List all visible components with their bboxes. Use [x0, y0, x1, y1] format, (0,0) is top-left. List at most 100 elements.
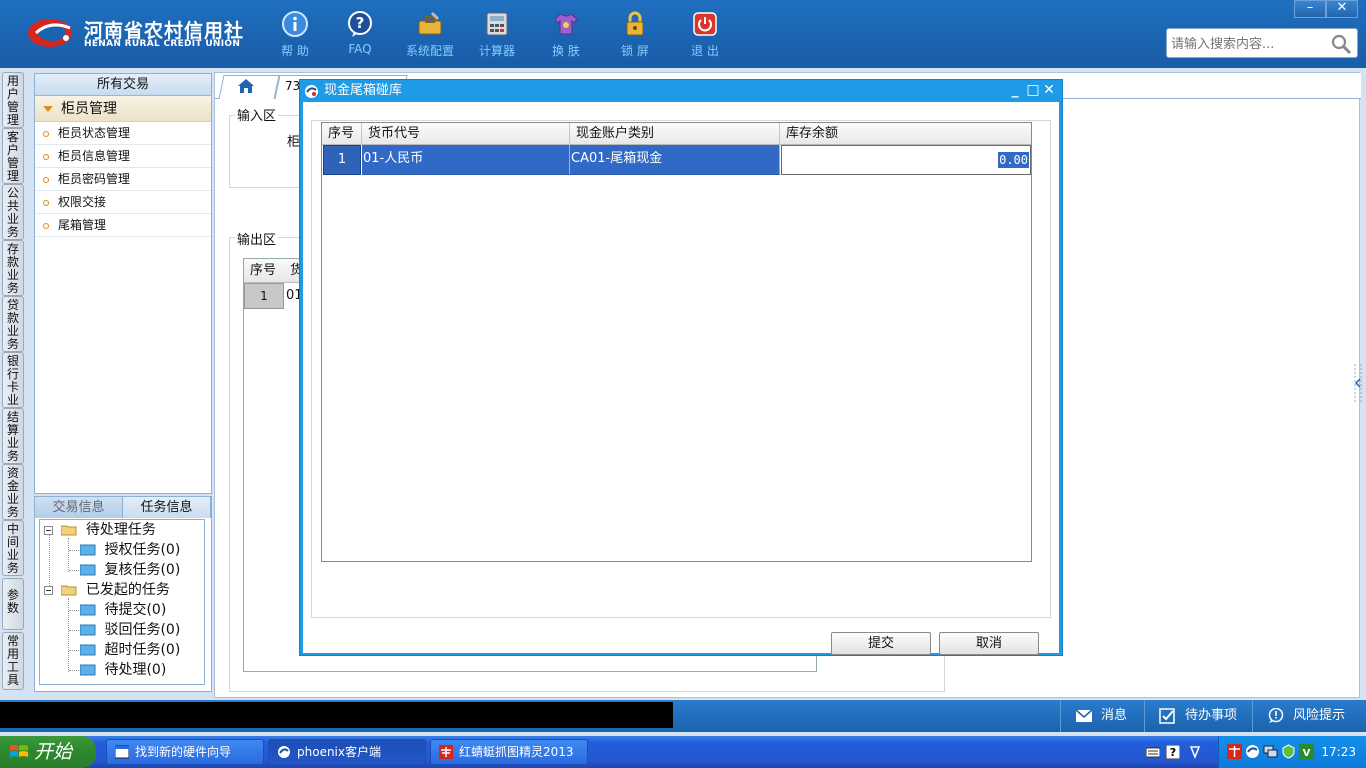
- exit-label: 退 出: [691, 44, 719, 58]
- tree-node-label: 超时任务(0): [104, 642, 181, 658]
- bullet-icon: [43, 222, 49, 229]
- calculator-button[interactable]: 计算器: [470, 8, 524, 60]
- tree-node-pending-tasks[interactable]: 待处理任务: [44, 520, 156, 540]
- vtab-deposit-business[interactable]: 存款业务: [2, 240, 24, 296]
- windows-logo-icon: [10, 745, 28, 757]
- menu-item-teller-status[interactable]: 柜员状态管理: [35, 122, 211, 145]
- grid-header-seq[interactable]: 序号: [322, 123, 362, 145]
- tab-task-info[interactable]: 任务信息: [123, 497, 211, 518]
- tree-node-to-process[interactable]: 待处理(0): [80, 660, 166, 680]
- collapse-icon[interactable]: [44, 585, 53, 595]
- taskbar-window-phoenix-client[interactable]: phoenix客户端: [268, 739, 426, 765]
- menu-item-teller-info[interactable]: 柜员信息管理: [35, 145, 211, 168]
- vtab-common-tools[interactable]: 常用工具: [2, 632, 24, 690]
- antivirus-icon[interactable]: V: [1299, 744, 1314, 759]
- window-minimize-button[interactable]: –: [1294, 0, 1326, 18]
- faq-button[interactable]: ? FAQ: [333, 8, 387, 60]
- messages-button[interactable]: 消息: [1060, 700, 1140, 732]
- menu-group-teller-management[interactable]: 柜员管理: [35, 96, 211, 122]
- search-icon[interactable]: [1329, 32, 1353, 56]
- lock-screen-button[interactable]: 锁 屏: [608, 8, 662, 60]
- tree-node-label: 待处理任务: [85, 522, 156, 538]
- taskbar-window-screenshot-tool[interactable]: 红蜻蜓抓图精灵2013: [430, 739, 588, 765]
- risk-alert-button[interactable]: 风险提示: [1252, 700, 1366, 732]
- taskbar-window-label: 红蜻蜓抓图精灵2013: [459, 745, 574, 759]
- dialog-minimize-button[interactable]: _: [1008, 83, 1022, 97]
- dialog-title: 现金尾箱碰库: [324, 83, 403, 98]
- task-panel: 交易信息 任务信息 待处理任务 授权任务(0) 复核任务(0) 已发起的任务 待…: [34, 496, 212, 692]
- tree-node-auth-tasks[interactable]: 授权任务(0): [80, 540, 180, 560]
- home-icon[interactable]: [237, 78, 255, 94]
- folder-icon: [80, 604, 96, 616]
- windows-taskbar: 开始 找到新的硬件向导 phoenix客户端 红蜻蜓抓图精灵2013 ? V 1…: [0, 736, 1366, 768]
- envelope-icon: [1075, 708, 1093, 722]
- network-icon[interactable]: [1263, 744, 1278, 759]
- submit-button[interactable]: 提交: [831, 632, 931, 655]
- vtab-bank-card-business[interactable]: 银行卡业务: [2, 352, 24, 408]
- folder-icon: [80, 564, 96, 576]
- logo-title-en: HENAN RURAL CREDIT UNION: [84, 39, 241, 49]
- tree-node-rejected-tasks[interactable]: 驳回任务(0): [80, 620, 180, 640]
- tree-connector: [69, 570, 79, 571]
- tree-node-initiated-tasks[interactable]: 已发起的任务: [44, 580, 170, 600]
- grid-header-account-type[interactable]: 现金账户类别: [570, 123, 780, 145]
- tree-node-to-submit[interactable]: 待提交(0): [80, 600, 166, 620]
- tree-node-label: 待处理(0): [104, 662, 167, 678]
- app-tray-icon[interactable]: [1245, 744, 1260, 759]
- tray-icons: V: [1227, 744, 1314, 760]
- tree-connector: [69, 650, 79, 651]
- caret-down-icon: [43, 106, 53, 112]
- system-tray: V 17:23: [1218, 736, 1366, 768]
- dialog-maximize-button[interactable]: □: [1026, 83, 1040, 97]
- vtab-public-business[interactable]: 公共业务: [2, 184, 24, 240]
- vtab-fund-business[interactable]: 资金业务: [2, 464, 24, 520]
- search-box: [1166, 28, 1358, 58]
- menu-item-cash-box-management[interactable]: 尾箱管理: [35, 214, 211, 237]
- window-close-button[interactable]: ✕: [1326, 0, 1358, 18]
- system-config-button[interactable]: 系统配置: [403, 8, 457, 60]
- app-header: 河南省农村信用社 HENAN RURAL CREDIT UNION 帮 助 ? …: [0, 0, 1366, 68]
- vtab-customer-management[interactable]: 客户管理: [2, 128, 24, 184]
- grid-cell-currency[interactable]: 01-人民币: [362, 145, 570, 175]
- help-label: 帮 助: [281, 44, 309, 58]
- exit-button[interactable]: 退 出: [678, 8, 732, 60]
- table-row[interactable]: 1 01-人民币 CA01-尾箱现金 0.00: [322, 145, 1031, 175]
- collapse-right-panel-icon[interactable]: [1354, 360, 1362, 406]
- grid-cell-account-type[interactable]: CA01-尾箱现金: [570, 145, 780, 175]
- keyboard-icon[interactable]: [1146, 745, 1160, 759]
- menu-item-teller-password[interactable]: 柜员密码管理: [35, 168, 211, 191]
- grid-header-currency[interactable]: 货币代号: [362, 123, 570, 145]
- dialog-close-button[interactable]: ✕: [1042, 83, 1056, 97]
- vtab-loan-business[interactable]: 贷款业务: [2, 296, 24, 352]
- tree-node-timeout-tasks[interactable]: 超时任务(0): [80, 640, 180, 660]
- help-icon[interactable]: ?: [1166, 745, 1180, 759]
- cancel-button[interactable]: 取消: [939, 632, 1039, 655]
- grid-cell-seq[interactable]: 1: [323, 145, 361, 175]
- cash-box-grid: 序号 货币代号 现金账户类别 库存余额 1 01-人民币 CA01-尾箱现金 0…: [321, 122, 1032, 562]
- output-grid-row-num[interactable]: 1: [244, 283, 284, 309]
- change-skin-button[interactable]: 换 肤: [539, 8, 593, 60]
- menu-item-permission-handover[interactable]: 权限交接: [35, 191, 211, 214]
- dragonfly-tray-icon[interactable]: [1227, 744, 1242, 759]
- balance-input[interactable]: 0.00: [998, 152, 1029, 168]
- grid-header-balance[interactable]: 库存余额: [780, 123, 1030, 145]
- todo-button[interactable]: 待办事项: [1144, 700, 1248, 732]
- vtab-parameters[interactable]: 参数: [2, 578, 24, 630]
- tree-connector: [69, 630, 79, 631]
- svg-text:V: V: [1303, 748, 1311, 759]
- grid-cell-balance[interactable]: 0.00: [781, 145, 1031, 175]
- help-button[interactable]: 帮 助: [268, 8, 322, 60]
- collapse-icon[interactable]: [44, 525, 53, 535]
- tree-node-review-tasks[interactable]: 复核任务(0): [80, 560, 180, 580]
- folder-open-icon: [61, 525, 77, 536]
- folder-icon: [80, 624, 96, 636]
- taskbar-window-hardware-wizard[interactable]: 找到新的硬件向导: [106, 739, 264, 765]
- tab-transaction-info[interactable]: 交易信息: [35, 497, 123, 518]
- security-icon[interactable]: [1281, 744, 1296, 759]
- pen-input-icon[interactable]: [1188, 745, 1202, 759]
- vtab-intermediate-business[interactable]: 中间业务: [2, 520, 24, 576]
- start-label: 开始: [34, 741, 73, 763]
- vtab-settlement-business[interactable]: 结算业务: [2, 408, 24, 464]
- search-input[interactable]: [1171, 34, 1327, 54]
- vtab-user-management[interactable]: 用户管理: [2, 72, 24, 128]
